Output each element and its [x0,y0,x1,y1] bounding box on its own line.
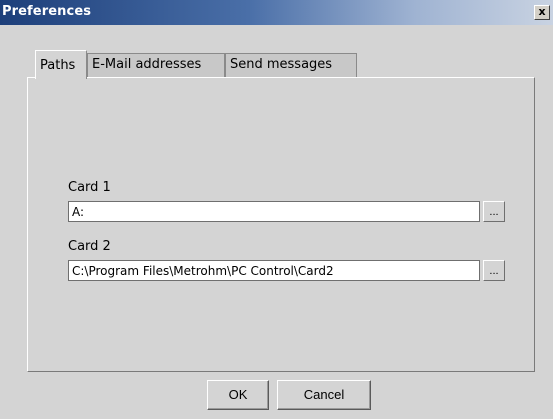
paths-panel: Card 1 ... Card 2 ... [27,77,535,372]
card1-label: Card 1 [68,180,111,195]
preferences-dialog: Preferences x Paths E-Mail addresses Sen… [0,0,553,419]
close-icon: x [538,5,546,18]
card1-path-input[interactable] [68,201,480,222]
tab-email-addresses[interactable]: E-Mail addresses [87,53,225,77]
window-title: Preferences [2,4,92,19]
title-bar[interactable]: Preferences x [0,0,553,25]
close-button[interactable]: x [534,5,550,20]
cancel-button[interactable]: Cancel [277,380,371,410]
card2-label: Card 2 [68,239,111,254]
tab-paths[interactable]: Paths [35,50,87,79]
tab-label: Paths [40,58,76,73]
card2-browse-button[interactable]: ... [483,260,505,281]
card1-browse-button[interactable]: ... [483,201,505,222]
tab-send-messages[interactable]: Send messages [225,53,357,77]
tab-label: Send messages [230,57,333,72]
ok-button[interactable]: OK [207,380,269,410]
tab-label: E-Mail addresses [92,57,202,72]
card2-path-input[interactable] [68,260,480,281]
